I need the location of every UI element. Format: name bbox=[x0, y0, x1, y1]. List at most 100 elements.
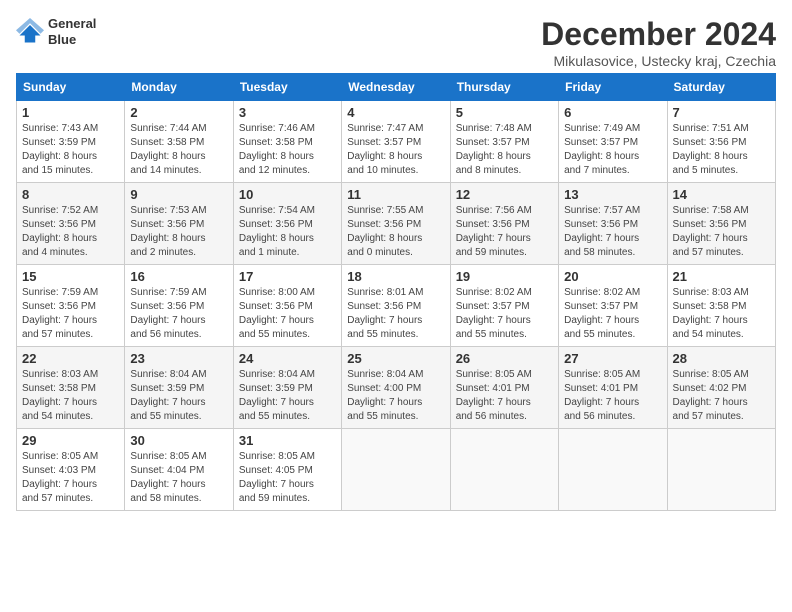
weekday-header-tuesday: Tuesday bbox=[233, 74, 341, 101]
week-row-3: 15Sunrise: 7:59 AM Sunset: 3:56 PM Dayli… bbox=[17, 265, 776, 347]
day-info: Sunrise: 8:05 AM Sunset: 4:01 PM Dayligh… bbox=[456, 368, 553, 424]
calendar-cell: 3 Sunrise: 7:46 AM Sunset: 3:58 PM Daylig… bbox=[233, 101, 341, 183]
day-info: Sunrise: 7:52 AM Sunset: 3:56 PM Dayligh… bbox=[22, 204, 119, 260]
day-number: 27 bbox=[564, 351, 661, 366]
page-header: General Blue December 2024 Mikulasovice,… bbox=[16, 16, 776, 69]
calendar-table: SundayMondayTuesdayWednesdayThursdayFrid… bbox=[16, 73, 776, 511]
logo-text: General Blue bbox=[48, 16, 96, 47]
day-number: 1 bbox=[22, 105, 119, 120]
calendar-cell: 10 Sunrise: 7:54 AM Sunset: 3:56 PM Dayli… bbox=[233, 183, 341, 265]
calendar-cell bbox=[450, 429, 558, 511]
day-number: 16 bbox=[130, 269, 227, 284]
logo: General Blue bbox=[16, 16, 96, 47]
calendar-cell bbox=[342, 429, 450, 511]
calendar-cell: 15Sunrise: 7:59 AM Sunset: 3:56 PM Dayli… bbox=[17, 265, 125, 347]
day-number: 30 bbox=[130, 433, 227, 448]
day-number: 19 bbox=[456, 269, 553, 284]
day-number: 24 bbox=[239, 351, 336, 366]
calendar-cell: 26 Sunrise: 8:05 AM Sunset: 4:01 PM Dayli… bbox=[450, 347, 558, 429]
calendar-cell: 6 Sunrise: 7:49 AM Sunset: 3:57 PM Daylig… bbox=[559, 101, 667, 183]
day-info: Sunrise: 7:44 AM Sunset: 3:58 PM Dayligh… bbox=[130, 122, 227, 178]
calendar-cell: 13 Sunrise: 7:57 AM Sunset: 3:56 PM Dayli… bbox=[559, 183, 667, 265]
calendar-cell: 19 Sunrise: 8:02 AM Sunset: 3:57 PM Dayli… bbox=[450, 265, 558, 347]
calendar-cell: 2 Sunrise: 7:44 AM Sunset: 3:58 PM Daylig… bbox=[125, 101, 233, 183]
day-info: Sunrise: 7:47 AM Sunset: 3:57 PM Dayligh… bbox=[347, 122, 444, 178]
day-info: Sunrise: 8:00 AM Sunset: 3:56 PM Dayligh… bbox=[239, 286, 336, 342]
logo-icon bbox=[16, 18, 44, 46]
calendar-cell: 12Sunrise: 7:56 AM Sunset: 3:56 PM Dayli… bbox=[450, 183, 558, 265]
calendar-cell: 29Sunrise: 8:05 AM Sunset: 4:03 PM Dayli… bbox=[17, 429, 125, 511]
calendar-cell: 25 Sunrise: 8:04 AM Sunset: 4:00 PM Dayli… bbox=[342, 347, 450, 429]
day-info: Sunrise: 7:46 AM Sunset: 3:58 PM Dayligh… bbox=[239, 122, 336, 178]
month-title: December 2024 bbox=[541, 16, 776, 53]
day-info: Sunrise: 8:05 AM Sunset: 4:03 PM Dayligh… bbox=[22, 450, 119, 506]
calendar-cell: 7Sunrise: 7:51 AM Sunset: 3:56 PM Daylig… bbox=[667, 101, 775, 183]
day-info: Sunrise: 7:43 AM Sunset: 3:59 PM Dayligh… bbox=[22, 122, 119, 178]
day-number: 10 bbox=[239, 187, 336, 202]
day-number: 23 bbox=[130, 351, 227, 366]
day-info: Sunrise: 7:53 AM Sunset: 3:56 PM Dayligh… bbox=[130, 204, 227, 260]
day-number: 6 bbox=[564, 105, 661, 120]
location-subtitle: Mikulasovice, Ustecky kraj, Czechia bbox=[541, 53, 776, 69]
calendar-cell: 4 Sunrise: 7:47 AM Sunset: 3:57 PM Daylig… bbox=[342, 101, 450, 183]
calendar-cell: 9Sunrise: 7:53 AM Sunset: 3:56 PM Daylig… bbox=[125, 183, 233, 265]
day-number: 5 bbox=[456, 105, 553, 120]
calendar-cell bbox=[667, 429, 775, 511]
day-number: 12 bbox=[456, 187, 553, 202]
day-info: Sunrise: 7:55 AM Sunset: 3:56 PM Dayligh… bbox=[347, 204, 444, 260]
day-info: Sunrise: 7:49 AM Sunset: 3:57 PM Dayligh… bbox=[564, 122, 661, 178]
day-info: Sunrise: 8:05 AM Sunset: 4:02 PM Dayligh… bbox=[673, 368, 770, 424]
day-number: 4 bbox=[347, 105, 444, 120]
calendar-cell: 20 Sunrise: 8:02 AM Sunset: 3:57 PM Dayli… bbox=[559, 265, 667, 347]
calendar-cell: 14 Sunrise: 7:58 AM Sunset: 3:56 PM Dayli… bbox=[667, 183, 775, 265]
title-block: December 2024 Mikulasovice, Ustecky kraj… bbox=[541, 16, 776, 69]
calendar-cell: 28Sunrise: 8:05 AM Sunset: 4:02 PM Dayli… bbox=[667, 347, 775, 429]
weekday-header-row: SundayMondayTuesdayWednesdayThursdayFrid… bbox=[17, 74, 776, 101]
day-number: 18 bbox=[347, 269, 444, 284]
weekday-header-sunday: Sunday bbox=[17, 74, 125, 101]
day-info: Sunrise: 8:02 AM Sunset: 3:57 PM Dayligh… bbox=[564, 286, 661, 342]
calendar-cell: 8 Sunrise: 7:52 AM Sunset: 3:56 PM Daylig… bbox=[17, 183, 125, 265]
day-info: Sunrise: 8:02 AM Sunset: 3:57 PM Dayligh… bbox=[456, 286, 553, 342]
day-number: 17 bbox=[239, 269, 336, 284]
week-row-2: 8 Sunrise: 7:52 AM Sunset: 3:56 PM Daylig… bbox=[17, 183, 776, 265]
day-info: Sunrise: 8:03 AM Sunset: 3:58 PM Dayligh… bbox=[22, 368, 119, 424]
day-info: Sunrise: 8:03 AM Sunset: 3:58 PM Dayligh… bbox=[673, 286, 770, 342]
day-number: 20 bbox=[564, 269, 661, 284]
day-number: 14 bbox=[673, 187, 770, 202]
day-info: Sunrise: 8:01 AM Sunset: 3:56 PM Dayligh… bbox=[347, 286, 444, 342]
day-number: 2 bbox=[130, 105, 227, 120]
weekday-header-monday: Monday bbox=[125, 74, 233, 101]
weekday-header-thursday: Thursday bbox=[450, 74, 558, 101]
day-info: Sunrise: 7:54 AM Sunset: 3:56 PM Dayligh… bbox=[239, 204, 336, 260]
day-number: 11 bbox=[347, 187, 444, 202]
day-info: Sunrise: 8:04 AM Sunset: 4:00 PM Dayligh… bbox=[347, 368, 444, 424]
calendar-cell: 16 Sunrise: 7:59 AM Sunset: 3:56 PM Dayli… bbox=[125, 265, 233, 347]
calendar-cell: 17 Sunrise: 8:00 AM Sunset: 3:56 PM Dayli… bbox=[233, 265, 341, 347]
week-row-4: 22Sunrise: 8:03 AM Sunset: 3:58 PM Dayli… bbox=[17, 347, 776, 429]
calendar-cell: 27 Sunrise: 8:05 AM Sunset: 4:01 PM Dayli… bbox=[559, 347, 667, 429]
day-number: 8 bbox=[22, 187, 119, 202]
calendar-cell: 5Sunrise: 7:48 AM Sunset: 3:57 PM Daylig… bbox=[450, 101, 558, 183]
weekday-header-friday: Friday bbox=[559, 74, 667, 101]
calendar-cell: 31 Sunrise: 8:05 AM Sunset: 4:05 PM Dayli… bbox=[233, 429, 341, 511]
calendar-cell: 1 Sunrise: 7:43 AM Sunset: 3:59 PM Daylig… bbox=[17, 101, 125, 183]
week-row-1: 1 Sunrise: 7:43 AM Sunset: 3:59 PM Daylig… bbox=[17, 101, 776, 183]
calendar-cell: 18 Sunrise: 8:01 AM Sunset: 3:56 PM Dayli… bbox=[342, 265, 450, 347]
calendar-cell: 22Sunrise: 8:03 AM Sunset: 3:58 PM Dayli… bbox=[17, 347, 125, 429]
day-info: Sunrise: 7:58 AM Sunset: 3:56 PM Dayligh… bbox=[673, 204, 770, 260]
day-number: 26 bbox=[456, 351, 553, 366]
day-info: Sunrise: 8:04 AM Sunset: 3:59 PM Dayligh… bbox=[239, 368, 336, 424]
week-row-5: 29Sunrise: 8:05 AM Sunset: 4:03 PM Dayli… bbox=[17, 429, 776, 511]
weekday-header-saturday: Saturday bbox=[667, 74, 775, 101]
day-info: Sunrise: 8:05 AM Sunset: 4:05 PM Dayligh… bbox=[239, 450, 336, 506]
day-number: 13 bbox=[564, 187, 661, 202]
calendar-cell: 23Sunrise: 8:04 AM Sunset: 3:59 PM Dayli… bbox=[125, 347, 233, 429]
day-info: Sunrise: 7:59 AM Sunset: 3:56 PM Dayligh… bbox=[130, 286, 227, 342]
day-info: Sunrise: 8:05 AM Sunset: 4:01 PM Dayligh… bbox=[564, 368, 661, 424]
day-number: 25 bbox=[347, 351, 444, 366]
day-info: Sunrise: 7:57 AM Sunset: 3:56 PM Dayligh… bbox=[564, 204, 661, 260]
calendar-cell: 11 Sunrise: 7:55 AM Sunset: 3:56 PM Dayli… bbox=[342, 183, 450, 265]
day-number: 3 bbox=[239, 105, 336, 120]
day-number: 31 bbox=[239, 433, 336, 448]
